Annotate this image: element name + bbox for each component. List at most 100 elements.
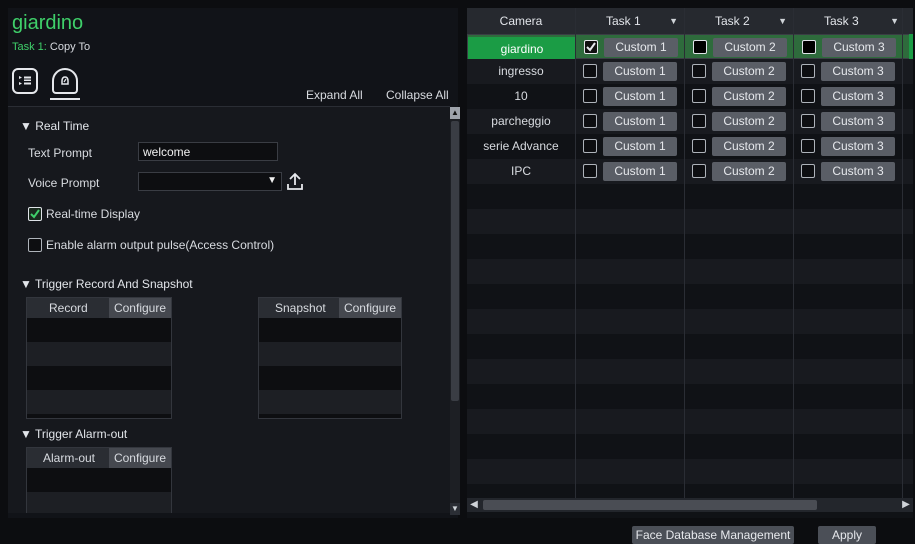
- vertical-scrollbar[interactable]: ▲ ▼: [450, 107, 460, 515]
- table-row: [467, 409, 913, 434]
- custom-button[interactable]: Custom 1: [603, 87, 677, 106]
- alarm-pulse-checkbox[interactable]: [28, 238, 42, 252]
- camera-task-table: Camera Task 1 ▼ Task 2 ▼ Task 3 ▼ giardi…: [467, 8, 913, 518]
- alarm-out-configure-button[interactable]: Configure: [108, 448, 171, 468]
- custom-button[interactable]: Custom 3: [821, 162, 895, 181]
- column-task3[interactable]: Task 3 ▼: [794, 8, 913, 34]
- custom-button[interactable]: Custom 1: [603, 137, 677, 156]
- camera-cell[interactable]: parcheggio: [467, 109, 575, 134]
- task1-checkbox[interactable]: [583, 89, 597, 103]
- custom-button[interactable]: Custom 1: [603, 112, 677, 131]
- expand-all-link[interactable]: Expand All: [306, 88, 363, 102]
- horizontal-scrollbar[interactable]: ◀ ▶: [467, 498, 913, 512]
- camera-cell[interactable]: IPC: [467, 159, 575, 184]
- active-tab-underline: [50, 98, 80, 100]
- task2-checkbox[interactable]: [692, 89, 706, 103]
- column-task3-label: Task 3: [824, 14, 859, 28]
- table-row: [467, 384, 913, 409]
- text-prompt-label: Text Prompt: [28, 146, 93, 160]
- table-row: [467, 334, 913, 359]
- custom-button[interactable]: Custom 3: [821, 62, 895, 81]
- table-row[interactable]: parcheggio Custom 1 Custom 2 Custom 3: [467, 109, 913, 134]
- alarm-bell-icon[interactable]: [52, 68, 78, 94]
- custom-button[interactable]: Custom 2: [712, 87, 786, 106]
- column-divider: [793, 8, 794, 498]
- column-divider: [575, 8, 576, 498]
- column-task2-label: Task 2: [715, 14, 750, 28]
- task3-checkbox[interactable]: [801, 139, 815, 153]
- task3-checkbox[interactable]: [801, 64, 815, 78]
- chevron-down-icon: ▼: [267, 175, 277, 186]
- task1-checkbox[interactable]: [584, 40, 598, 54]
- column-task1[interactable]: Task 1 ▼: [576, 8, 684, 34]
- scroll-thumb[interactable]: [483, 500, 817, 510]
- custom-button[interactable]: Custom 2: [712, 112, 786, 131]
- custom-button[interactable]: Custom 2: [713, 38, 787, 57]
- task3-checkbox[interactable]: [801, 114, 815, 128]
- collapse-all-link[interactable]: Collapse All: [386, 88, 449, 102]
- table-row[interactable]: serie Advance Custom 1 Custom 2 Custom 3: [467, 134, 913, 159]
- task1-checkbox[interactable]: [583, 139, 597, 153]
- custom-button[interactable]: Custom 1: [603, 162, 677, 181]
- table-row: [467, 234, 913, 259]
- chevron-down-icon: ▼: [890, 16, 899, 26]
- list-icon[interactable]: [12, 68, 38, 94]
- face-database-button[interactable]: Face Database Management: [632, 526, 794, 544]
- event-config-window: giardino Task 1: Copy To Expand All Coll…: [0, 0, 915, 544]
- section-real-time[interactable]: ▼ Real Time: [20, 119, 89, 133]
- custom-button[interactable]: Custom 2: [712, 62, 786, 81]
- task2-checkbox[interactable]: [692, 139, 706, 153]
- task1-checkbox[interactable]: [583, 164, 597, 178]
- task3-checkbox[interactable]: [801, 89, 815, 103]
- table-row[interactable]: 10 Custom 1 Custom 2 Custom 3: [467, 84, 913, 109]
- column-task2[interactable]: Task 2 ▼: [685, 8, 793, 34]
- scroll-right-icon[interactable]: ▶: [899, 498, 913, 512]
- apply-button[interactable]: Apply: [818, 526, 876, 544]
- custom-button[interactable]: Custom 1: [603, 62, 677, 81]
- custom-button[interactable]: Custom 1: [604, 38, 678, 57]
- record-header-label: Record: [49, 301, 88, 315]
- list-item: [27, 492, 171, 513]
- snapshot-header: Snapshot Configure: [259, 298, 401, 318]
- task3-checkbox[interactable]: [802, 40, 816, 54]
- task2-checkbox[interactable]: [692, 164, 706, 178]
- custom-button[interactable]: Custom 3: [821, 87, 895, 106]
- table-row[interactable]: IPC Custom 1 Custom 2 Custom 3: [467, 159, 913, 184]
- task2-checkbox[interactable]: [692, 114, 706, 128]
- section-trigger-record[interactable]: ▼ Trigger Record And Snapshot: [20, 277, 193, 291]
- snapshot-configure-button[interactable]: Configure: [338, 298, 401, 318]
- custom-button[interactable]: Custom 2: [712, 162, 786, 181]
- table-row: [467, 184, 913, 209]
- settings-scroll-area: ▼ Real Time Text Prompt welcome Voice Pr…: [8, 107, 450, 513]
- realtime-display-checkbox[interactable]: [28, 207, 42, 221]
- custom-button[interactable]: Custom 2: [712, 137, 786, 156]
- camera-cell[interactable]: ingresso: [467, 59, 575, 84]
- task-subtitle: Task 1: Copy To: [12, 41, 90, 53]
- task3-checkbox[interactable]: [801, 164, 815, 178]
- custom-button[interactable]: Custom 3: [821, 112, 895, 131]
- snapshot-header-label: Snapshot: [275, 301, 326, 315]
- custom-button[interactable]: Custom 3: [822, 38, 896, 57]
- voice-prompt-select[interactable]: ▼: [138, 172, 282, 191]
- record-configure-button[interactable]: Configure: [108, 298, 171, 318]
- task1-checkbox[interactable]: [583, 114, 597, 128]
- upload-icon[interactable]: [286, 171, 304, 191]
- scroll-down-icon[interactable]: ▼: [450, 503, 460, 515]
- task2-checkbox[interactable]: [693, 40, 707, 54]
- text-prompt-input[interactable]: welcome: [138, 142, 278, 161]
- task2-checkbox[interactable]: [692, 64, 706, 78]
- scroll-up-icon[interactable]: ▲: [450, 107, 460, 119]
- task1-checkbox[interactable]: [583, 64, 597, 78]
- scroll-thumb[interactable]: [451, 121, 459, 401]
- custom-button[interactable]: Custom 3: [821, 137, 895, 156]
- camera-cell[interactable]: 10: [467, 84, 575, 109]
- section-trigger-alarm[interactable]: ▼ Trigger Alarm-out: [20, 427, 127, 441]
- alarm-out-header: Alarm-out Configure: [27, 448, 171, 468]
- table-row: [467, 309, 913, 334]
- check-icon: [586, 42, 596, 52]
- table-row[interactable]: giardino Custom 1 Custom 2 Custom 3: [467, 34, 913, 62]
- list-item: [27, 390, 171, 414]
- table-row[interactable]: ingresso Custom 1 Custom 2 Custom 3: [467, 59, 913, 84]
- camera-cell[interactable]: serie Advance: [467, 134, 575, 159]
- scroll-left-icon[interactable]: ◀: [467, 498, 481, 512]
